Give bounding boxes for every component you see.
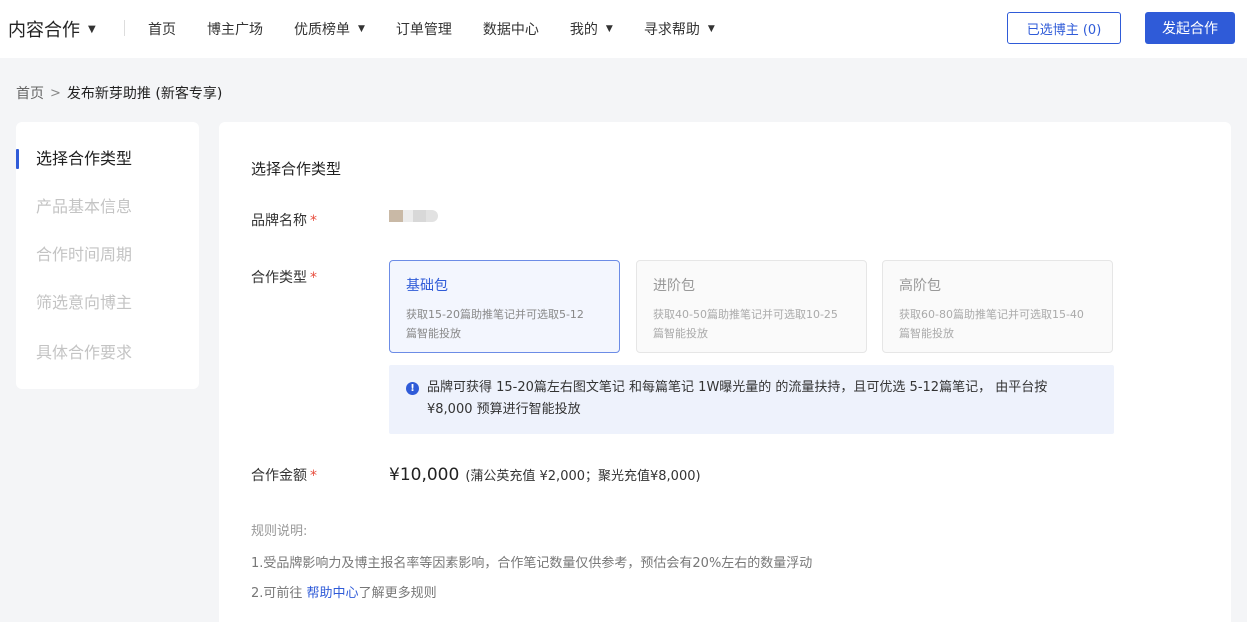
nav-home[interactable]: 首页 xyxy=(148,19,176,39)
app-brand-menu[interactable]: 内容合作 ▼ xyxy=(8,16,96,42)
notice-line1: 品牌可获得 15-20篇左右图文笔记 和每篇笔记 1W曝光量的 的流量扶持，且可… xyxy=(427,380,1048,395)
amount-breakdown: (蒲公英充值 ¥2,000；聚光充值¥8,000) xyxy=(465,469,701,484)
nav-data-center-label: 数据中心 xyxy=(482,22,539,38)
nav-orders[interactable]: 订单管理 xyxy=(396,19,452,39)
required-mark: * xyxy=(310,213,317,229)
caret-down-icon: ▼ xyxy=(605,24,613,34)
nav-mine-label: 我的 xyxy=(569,22,598,38)
info-icon: ! xyxy=(406,382,419,395)
selected-bloggers-button[interactable]: 已选博主 (0) xyxy=(1007,12,1121,44)
nav-home-label: 首页 xyxy=(148,22,176,38)
step-requirements[interactable]: 具体合作要求 xyxy=(16,341,199,365)
breadcrumb: 首页 > 发布新芽助推 (新客专享) xyxy=(16,83,222,103)
nav-data-center[interactable]: 数据中心 xyxy=(483,19,539,39)
help-center-link[interactable]: 帮助中心 xyxy=(307,586,359,601)
rule-2-suffix: 了解更多规则 xyxy=(358,586,437,601)
step-sidebar: 选择合作类型 产品基本信息 合作时间周期 筛选意向博主 具体合作要求 xyxy=(16,122,199,389)
main-form-panel: 选择合作类型 品牌名称 * 合作类型 * 基础包 获取15-20篇助推笔记并可选取5… xyxy=(219,122,1231,622)
rule-1: 1.受品牌影响力及博主报名率等因素影响，合作笔记数量仅供参考，预估会有20%左右… xyxy=(251,556,813,571)
step-filter-bloggers[interactable]: 筛选意向博主 xyxy=(16,291,199,315)
section-title: 选择合作类型 xyxy=(251,160,342,178)
chevron-right-icon: > xyxy=(50,85,61,101)
package-basic[interactable]: 基础包 获取15-20篇助推笔记并可选取5-12 篇智能投放 xyxy=(389,260,620,353)
main-nav: 首页 博主广场 优质榜单 ▼ 订单管理 数据中心 我的 ▼ 寻求帮助 ▼ xyxy=(148,19,746,39)
package-name: 基础包 xyxy=(406,278,448,294)
rules-title: 规则说明: xyxy=(251,524,308,539)
amount-label-text: 合作金额 xyxy=(251,468,307,484)
nav-top-lists-label: 优质榜单 xyxy=(294,22,350,38)
rule-2-prefix: 2.可前往 xyxy=(251,586,303,601)
package-desc-line1: 获取15-20篇助推笔记并可选取5-12 xyxy=(406,308,584,321)
package-name: 高阶包 xyxy=(899,278,941,294)
breadcrumb-home[interactable]: 首页 xyxy=(16,83,44,103)
step-time-period[interactable]: 合作时间周期 xyxy=(16,243,199,267)
package-advanced[interactable]: 进阶包 获取40-50篇助推笔记并可选取10-25 篇智能投放 xyxy=(636,260,867,353)
nav-top-lists[interactable]: 优质榜单 ▼ xyxy=(294,19,365,39)
cooperation-type-label-text: 合作类型 xyxy=(251,270,307,286)
package-notice: ! 品牌可获得 15-20篇左右图文笔记 和每篇笔记 1W曝光量的 的流量扶持，… xyxy=(389,365,1114,434)
amount-value: ¥10,000 xyxy=(389,465,460,485)
package-premium[interactable]: 高阶包 获取60-80篇助推笔记并可选取15-40 篇智能投放 xyxy=(882,260,1113,353)
nav-help-label: 寻求帮助 xyxy=(643,22,700,38)
cooperation-type-label: 合作类型 * xyxy=(251,267,317,287)
notice-line2: ¥8,000 预算进行智能投放 xyxy=(427,402,581,417)
start-cooperation-button[interactable]: 发起合作 xyxy=(1145,12,1235,44)
breadcrumb-current: 发布新芽助推 (新客专享) xyxy=(66,86,223,102)
package-desc-line1: 获取60-80篇助推笔记并可选取15-40 xyxy=(899,308,1084,321)
brand-name-label: 品牌名称 * xyxy=(251,210,317,230)
package-desc-line2: 篇智能投放 xyxy=(653,327,708,340)
amount-value-row: ¥10,000 (蒲公英充值 ¥2,000；聚光充值¥8,000) xyxy=(389,465,701,485)
brand-name-value-blurred xyxy=(389,210,438,222)
required-mark: * xyxy=(310,468,317,484)
top-navigation-bar: 内容合作 ▼ 首页 博主广场 优质榜单 ▼ 订单管理 数据中心 我的 ▼ 寻求帮助 ▼… xyxy=(0,0,1247,58)
caret-down-icon: ▼ xyxy=(707,24,715,34)
nav-blogger-square[interactable]: 博主广场 xyxy=(207,19,263,39)
package-desc-line2: 篇智能投放 xyxy=(406,327,461,340)
app-brand-label: 内容合作 xyxy=(8,20,80,41)
step-product-info[interactable]: 产品基本信息 xyxy=(16,195,199,219)
package-desc-line2: 篇智能投放 xyxy=(899,327,954,340)
step-select-type[interactable]: 选择合作类型 xyxy=(16,147,199,171)
nav-mine[interactable]: 我的 ▼ xyxy=(570,19,613,39)
nav-divider xyxy=(124,20,125,36)
amount-label: 合作金额 * xyxy=(251,465,317,485)
brand-name-label-text: 品牌名称 xyxy=(251,213,307,229)
nav-blogger-square-label: 博主广场 xyxy=(207,22,263,38)
nav-help[interactable]: 寻求帮助 ▼ xyxy=(644,19,715,39)
caret-down-icon: ▼ xyxy=(358,24,365,34)
nav-orders-label: 订单管理 xyxy=(395,22,452,38)
rule-2: 2.可前往 帮助中心了解更多规则 xyxy=(251,582,437,601)
required-mark: * xyxy=(310,270,317,286)
caret-down-icon: ▼ xyxy=(88,23,96,35)
package-name: 进阶包 xyxy=(653,278,695,294)
package-desc-line1: 获取40-50篇助推笔记并可选取10-25 xyxy=(653,308,838,321)
